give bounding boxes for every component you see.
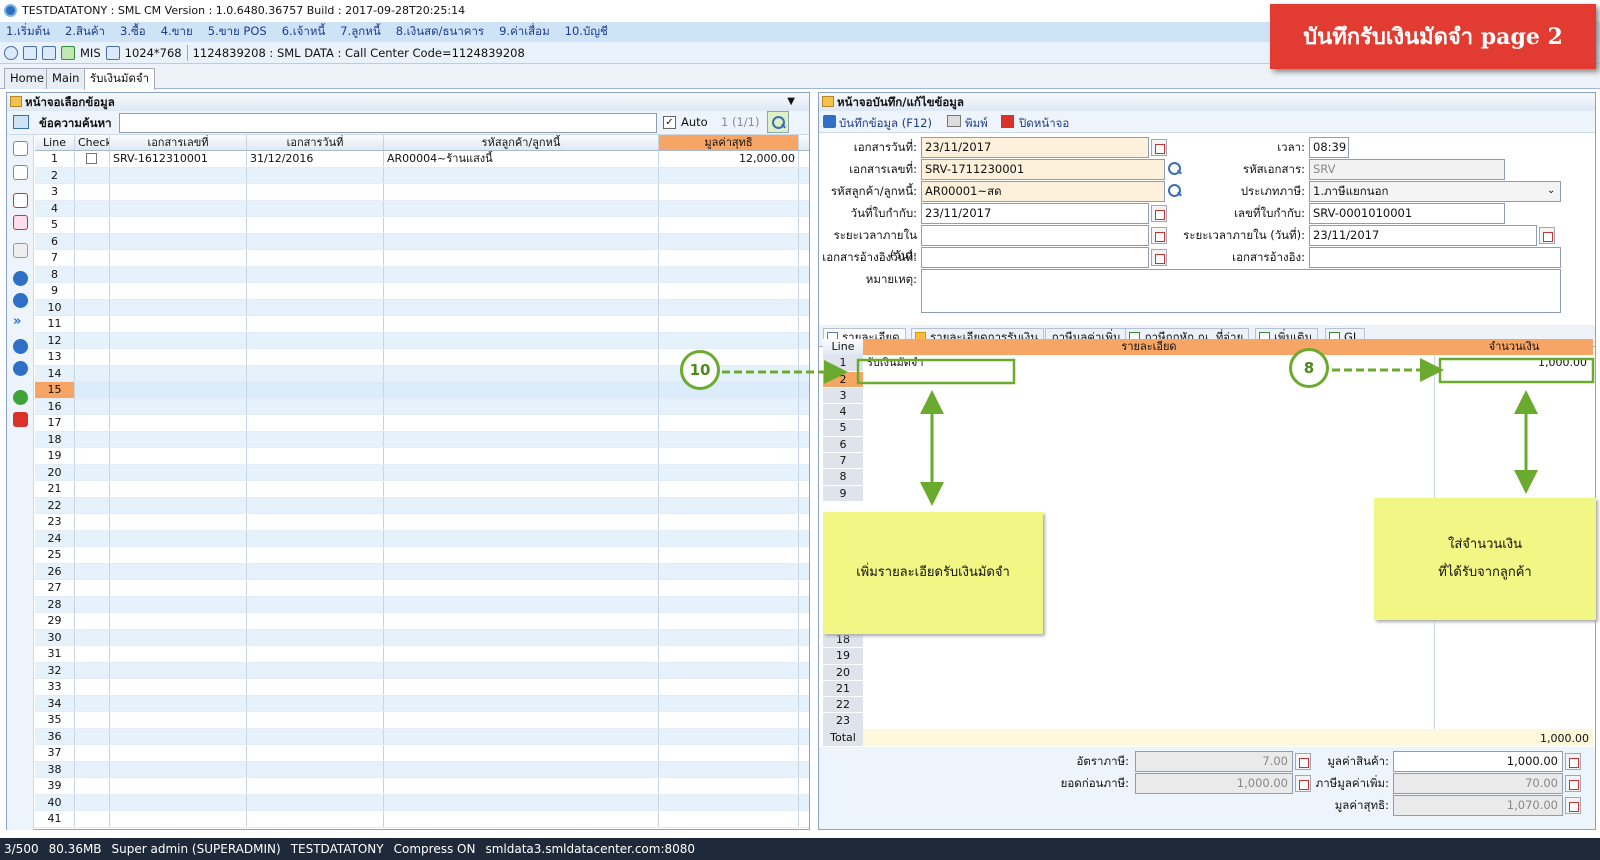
step-circle-8: 8 — [1289, 348, 1329, 388]
database-name: TESTDATATONY — [290, 842, 384, 856]
note-right-line2: ที่ได้รับจากลูกค้า — [1438, 565, 1532, 580]
memory-usage: 80.36MB — [48, 842, 102, 856]
user-info: Super admin (SUPERADMIN) — [111, 842, 281, 856]
note-left-text: เพิ่มรายละเอียดรับเงินมัดจำ — [856, 565, 1010, 580]
compress-status: Compress ON — [393, 842, 476, 856]
note-right-line1: ใส่จำนวนเงิน — [1448, 537, 1522, 552]
note-enter-amount: ใส่จำนวนเงิน ที่ได้รับจากลูกค้า — [1374, 498, 1596, 620]
note-add-description: เพิ่มรายละเอียดรับเงินมัดจำ — [823, 512, 1043, 634]
status-bar: 3/500 80.36MB Super admin (SUPERADMIN) T… — [0, 838, 1600, 860]
step-circle-10: 10 — [680, 350, 720, 390]
record-count: 3/500 — [4, 842, 39, 856]
highlight-amount — [1438, 357, 1595, 384]
server-address: smldata3.smldatacenter.com:8080 — [485, 842, 696, 856]
annotation-arrows — [722, 357, 1595, 506]
highlight-description — [856, 358, 1016, 385]
